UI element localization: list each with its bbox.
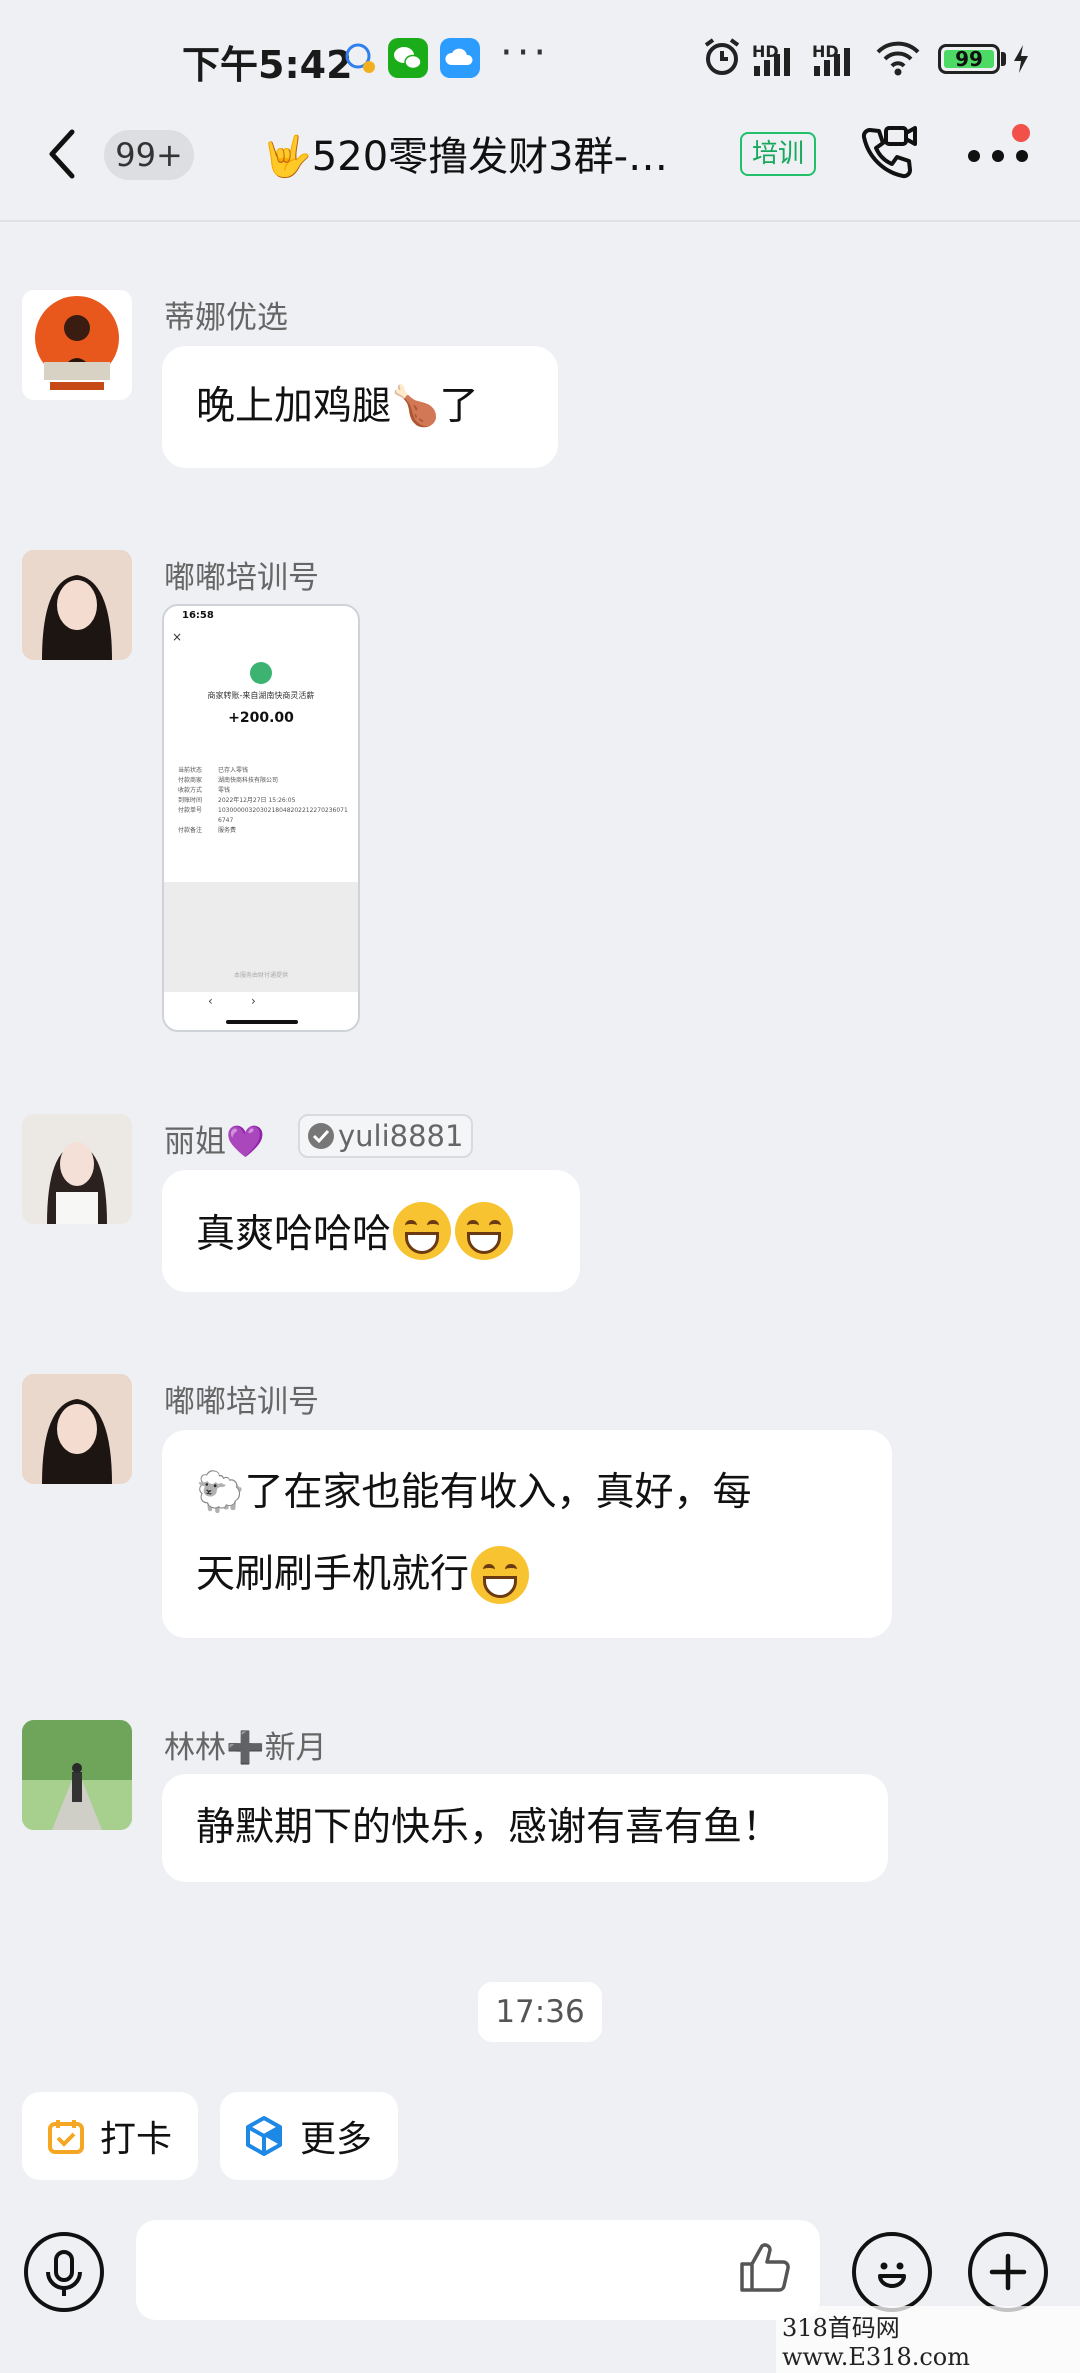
transfer-amount: +200.00 xyxy=(228,710,294,726)
message-text: 真爽哈哈哈 xyxy=(196,1212,392,1257)
calendar-check-icon xyxy=(48,2120,84,2154)
more-notifications-icon: ··· xyxy=(500,30,551,76)
sender-name[interactable]: 丽姐💜 xyxy=(164,1116,265,1161)
grinning-emoji-icon xyxy=(455,1202,514,1260)
microphone-icon xyxy=(46,2250,82,2296)
close-icon: × xyxy=(172,630,183,644)
home-indicator xyxy=(226,1020,298,1024)
wechat-icon xyxy=(388,38,428,78)
time-divider: 17:36 xyxy=(478,1982,602,2042)
cube-icon xyxy=(246,2116,282,2156)
signal-icon-a xyxy=(754,46,790,76)
merchant-name: 商家转账-来自湖南快商灵活薪 xyxy=(207,691,315,700)
avatar[interactable] xyxy=(22,550,132,660)
sender-name[interactable]: 蒂娜优选 xyxy=(164,292,288,337)
avatar[interactable] xyxy=(22,1114,132,1224)
sender-name[interactable]: 林林➕新月 xyxy=(164,1722,327,1767)
avatar[interactable] xyxy=(22,290,132,400)
thumbs-up-icon xyxy=(740,2243,790,2292)
phone-video-icon xyxy=(861,126,917,179)
detail-row: 付款备注 服务费 xyxy=(178,827,237,834)
unread-count-badge[interactable]: 99+ xyxy=(104,130,194,180)
avatar[interactable] xyxy=(22,1720,132,1830)
message-bubble[interactable]: 静默期下的快乐，感谢有喜有鱼！ xyxy=(162,1774,888,1882)
status-bar: 下午5:42 ··· HD HD 99 xyxy=(0,0,1080,118)
detail-row: 付款商家 湖南快商科技有限公司 xyxy=(178,777,279,784)
back-button[interactable] xyxy=(38,124,88,184)
signal-icon-b xyxy=(814,46,850,76)
verified-badge-icon xyxy=(308,1123,334,1149)
grinning-emoji-icon xyxy=(393,1202,452,1260)
screenshot-footer: 本服务由财付通提供 xyxy=(233,972,288,979)
detail-row: 收款方式 零钱 xyxy=(178,787,231,794)
message-text-line: 🐑了在家也能有收入，真好，每 xyxy=(196,1470,752,1515)
thumbs-up-button[interactable] xyxy=(734,2238,794,2298)
battery-nub xyxy=(1001,52,1006,66)
plus-icon xyxy=(989,2253,1027,2291)
image-message[interactable]: 16:58 × 商家转账-来自湖南快商灵活薪 +200.00 当前状态 已存入零钱… xyxy=(162,604,360,1032)
badge-label: yuli8881 xyxy=(338,1119,464,1153)
message-bubble[interactable]: 真爽哈哈哈 xyxy=(162,1170,580,1292)
battery-icon: 99 xyxy=(938,44,1000,74)
avatar[interactable] xyxy=(22,1374,132,1484)
chat-bubble-status-icon xyxy=(342,40,378,76)
wifi-icon xyxy=(874,40,922,80)
add-attachment-button[interactable] xyxy=(968,2232,1048,2312)
more-label: 更多 xyxy=(300,2119,373,2160)
more-options-button[interactable] xyxy=(966,140,1034,170)
message-text-line-wrap: 天刷刷手机就行 xyxy=(196,1534,858,1616)
message-bubble[interactable]: 晚上加鸡腿🍗了 xyxy=(162,346,558,468)
sender-badge[interactable]: yuli8881 xyxy=(298,1114,474,1158)
detail-row: 付款单号 103000003203021804820221227023607167… xyxy=(178,807,348,824)
detail-row: 当前状态 已存入零钱 xyxy=(178,767,249,774)
detail-row: 到账时间 2022年12月27日 15:26:05 xyxy=(178,797,296,804)
cloud-icon xyxy=(440,38,480,78)
voice-input-button[interactable] xyxy=(24,2232,104,2312)
more-actions-button[interactable]: 更多 xyxy=(220,2092,398,2180)
alarm-icon xyxy=(702,36,742,82)
more-dots-icon xyxy=(968,150,1028,162)
screenshot-time: 16:58 xyxy=(182,610,214,621)
message-input[interactable] xyxy=(136,2220,820,2320)
emoji-button[interactable] xyxy=(852,2232,932,2312)
message-text-line: 天刷刷手机就行 xyxy=(196,1552,470,1597)
back-arrow-icon xyxy=(49,129,75,179)
status-time: 下午5:42 xyxy=(182,43,353,87)
screenshot-nav-icon: ‹ › xyxy=(208,994,256,1008)
charging-icon xyxy=(1012,44,1030,78)
grinning-emoji-icon xyxy=(471,1546,530,1604)
notification-dot xyxy=(1012,124,1030,142)
battery-level: 99 xyxy=(955,47,983,71)
smiley-face-icon xyxy=(878,2262,906,2288)
transfer-details: 当前状态 已存入零钱 付款商家 湖南快商科技有限公司 收款方式 零钱 到账时间 2022… xyxy=(178,766,348,836)
group-tag: 培训 xyxy=(740,132,816,176)
chat-title[interactable]: 🤟520零撸发财3群-… xyxy=(262,124,712,182)
voice-video-call-button[interactable] xyxy=(856,122,922,188)
checkin-label: 打卡 xyxy=(100,2119,173,2160)
sender-name[interactable]: 嘟嘟培训号 xyxy=(164,1376,319,1421)
sender-name[interactable]: 嘟嘟培训号 xyxy=(164,552,319,597)
merchant-logo-icon xyxy=(250,662,272,684)
message-bubble[interactable]: 🐑了在家也能有收入，真好，每 天刷刷手机就行 xyxy=(162,1430,892,1638)
checkin-button[interactable]: 打卡 xyxy=(22,2092,198,2180)
